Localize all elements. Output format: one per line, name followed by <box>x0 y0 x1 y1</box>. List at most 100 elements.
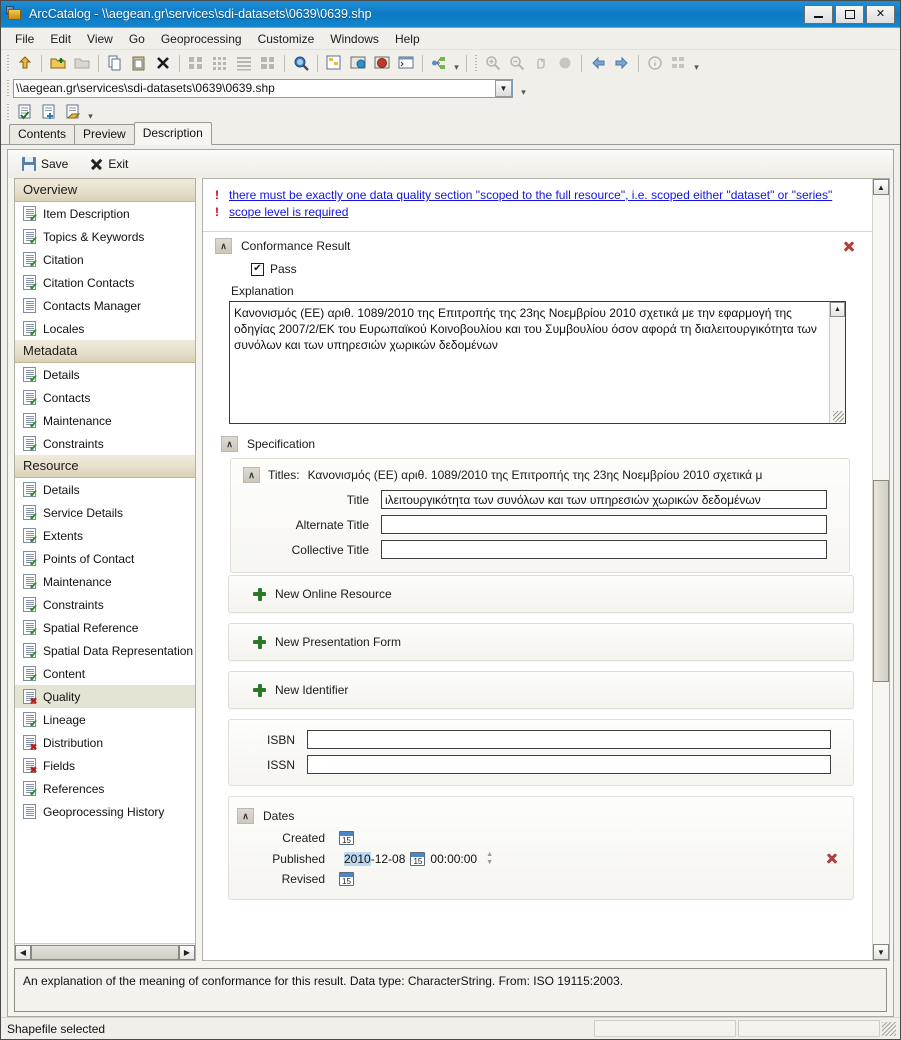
sidebar-scroll-thumb[interactable] <box>31 944 179 960</box>
collapse-chevron-icon[interactable]: ∧ <box>243 467 260 483</box>
sidebar-item-geoprocessing-history[interactable]: Geoprocessing History <box>15 800 195 823</box>
sidebar-item-lineage[interactable]: Lineage <box>15 708 195 731</box>
resize-grip-icon[interactable] <box>830 408 845 423</box>
collapse-chevron-icon[interactable]: ∧ <box>221 436 238 452</box>
import-metadata-icon[interactable] <box>38 102 60 123</box>
sidebar-scroll-track[interactable] <box>31 944 179 960</box>
close-button[interactable]: ✕ <box>866 4 895 24</box>
validate-metadata-icon[interactable] <box>14 102 36 123</box>
new-presentation-form-button[interactable]: New Presentation Form <box>229 624 853 660</box>
published-date-value[interactable]: 2010-12-08 <box>344 851 405 866</box>
model-builder-icon[interactable] <box>428 53 450 74</box>
location-path-input[interactable]: \\aegean.gr\services\sdi-datasets\0639\0… <box>13 78 513 98</box>
calendar-picker-icon[interactable]: 15 <box>410 851 426 866</box>
up-one-level-icon[interactable] <box>14 53 36 74</box>
isbn-input[interactable] <box>307 730 831 749</box>
menu-edit[interactable]: Edit <box>42 30 79 48</box>
copy-icon[interactable] <box>104 53 126 74</box>
search-icon[interactable] <box>290 53 312 74</box>
content-scroll-thumb[interactable] <box>873 479 889 682</box>
sidebar-item-citation-contacts[interactable]: Citation Contacts <box>15 271 195 294</box>
menu-geoprocessing[interactable]: Geoprocessing <box>153 30 250 48</box>
arcmap-icon[interactable] <box>347 53 369 74</box>
catalog-tree-icon[interactable] <box>323 53 345 74</box>
sidebar-item-resource-constraints[interactable]: Constraints <box>15 593 195 616</box>
location-dropdown-button[interactable]: ▼ <box>495 79 512 97</box>
published-time-value[interactable]: 00:00:00 <box>430 852 477 866</box>
sidebar-item-service-details[interactable]: Service Details <box>15 501 195 524</box>
error-message-link[interactable]: there must be exactly one data quality s… <box>229 188 832 202</box>
sidebar-item-points-of-contact[interactable]: Points of Contact <box>15 547 195 570</box>
sidebar-item-topics-keywords[interactable]: Topics & Keywords <box>15 225 195 248</box>
back-arrow-icon[interactable] <box>587 53 609 74</box>
details-view-icon[interactable] <box>233 53 255 74</box>
scroll-up-arrow-icon[interactable]: ▲ <box>873 179 889 195</box>
scroll-up-arrow-icon[interactable]: ▲ <box>830 302 845 317</box>
menu-customize[interactable]: Customize <box>250 30 323 48</box>
zoom-out-icon[interactable] <box>506 53 528 74</box>
collective-title-input[interactable] <box>381 540 827 559</box>
export-metadata-icon[interactable] <box>62 102 84 123</box>
toolbar-overflow-button[interactable] <box>451 54 462 73</box>
metadata-grip[interactable] <box>5 103 11 121</box>
content-vertical-scrollbar[interactable]: ▲ ▼ <box>872 179 889 960</box>
forward-arrow-icon[interactable] <box>611 53 633 74</box>
delete-icon[interactable] <box>152 53 174 74</box>
error-message-link[interactable]: scope level is required <box>229 205 348 219</box>
sidebar-item-contacts-manager[interactable]: Contacts Manager <box>15 294 195 317</box>
issn-input[interactable] <box>307 755 831 774</box>
large-icons-view-icon[interactable] <box>185 53 207 74</box>
sidebar-item-metadata-maintenance[interactable]: Maintenance <box>15 409 195 432</box>
save-button[interactable]: Save <box>18 155 72 173</box>
time-spinner[interactable]: ▲ ▼ <box>486 851 495 866</box>
disconnect-folder-icon[interactable] <box>71 53 93 74</box>
new-identifier-button[interactable]: New Identifier <box>229 672 853 708</box>
content-scroll-track[interactable] <box>873 195 889 944</box>
paste-icon[interactable] <box>128 53 150 74</box>
menu-go[interactable]: Go <box>121 30 153 48</box>
location-overflow-button[interactable] <box>518 79 529 98</box>
sidebar-item-metadata-contacts[interactable]: Contacts <box>15 386 195 409</box>
sidebar-item-quality[interactable]: Quality <box>15 685 195 708</box>
pass-checkbox[interactable]: ✔ <box>251 262 264 276</box>
sidebar-item-references[interactable]: References <box>15 777 195 800</box>
zoom-toolbar-overflow-button[interactable] <box>691 54 702 73</box>
maximize-button[interactable] <box>835 4 864 24</box>
sidebar-item-spatial-data-representation[interactable]: Spatial Data Representation <box>15 639 195 662</box>
scroll-down-arrow-icon[interactable]: ▼ <box>873 944 889 960</box>
new-online-resource-button[interactable]: New Online Resource <box>229 576 853 612</box>
menu-view[interactable]: View <box>79 30 121 48</box>
explanation-scrollbar[interactable]: ▲ <box>829 302 845 423</box>
sidebar-item-item-description[interactable]: Item Description <box>15 202 195 225</box>
published-year-selected[interactable]: 2010 <box>344 851 371 866</box>
sidebar-item-content[interactable]: Content <box>15 662 195 685</box>
location-grip[interactable] <box>5 79 11 97</box>
sidebar-item-fields[interactable]: Fields <box>15 754 195 777</box>
zoom-in-icon[interactable] <box>482 53 504 74</box>
minimize-button[interactable] <box>804 4 833 24</box>
sidebar-item-citation[interactable]: Citation <box>15 248 195 271</box>
collapse-chevron-icon[interactable]: ∧ <box>215 238 232 254</box>
sidebar-item-spatial-reference[interactable]: Spatial Reference <box>15 616 195 639</box>
sidebar-item-metadata-constraints[interactable]: Constraints <box>15 432 195 455</box>
thumbnails-view-icon[interactable] <box>257 53 279 74</box>
menu-windows[interactable]: Windows <box>322 30 387 48</box>
tab-contents[interactable]: Contents <box>9 124 76 144</box>
list-view-icon[interactable] <box>209 53 231 74</box>
title-input[interactable]: ιλειτουργικότητα των συνόλων και των υπη… <box>381 490 827 509</box>
sidebar-item-extents[interactable]: Extents <box>15 524 195 547</box>
sidebar-horizontal-scrollbar[interactable]: ◀ ▶ <box>15 943 195 960</box>
delete-conformance-result-icon[interactable] <box>842 239 856 253</box>
exit-button[interactable]: Exit <box>86 155 132 173</box>
identify-icon[interactable] <box>644 53 666 74</box>
sidebar-item-metadata-details[interactable]: Details <box>15 363 195 386</box>
zoom-toolbar-grip[interactable] <box>473 54 479 72</box>
sidebar-item-locales[interactable]: Locales <box>15 317 195 340</box>
python-window-icon[interactable] <box>395 53 417 74</box>
full-extent-icon[interactable] <box>554 53 576 74</box>
pan-hand-icon[interactable] <box>530 53 552 74</box>
validation-error-row[interactable]: ! there must be exactly one data quality… <box>215 188 862 202</box>
arcglobe-icon[interactable] <box>371 53 393 74</box>
validation-error-row[interactable]: ! scope level is required <box>215 205 862 219</box>
menu-file[interactable]: File <box>7 30 42 48</box>
